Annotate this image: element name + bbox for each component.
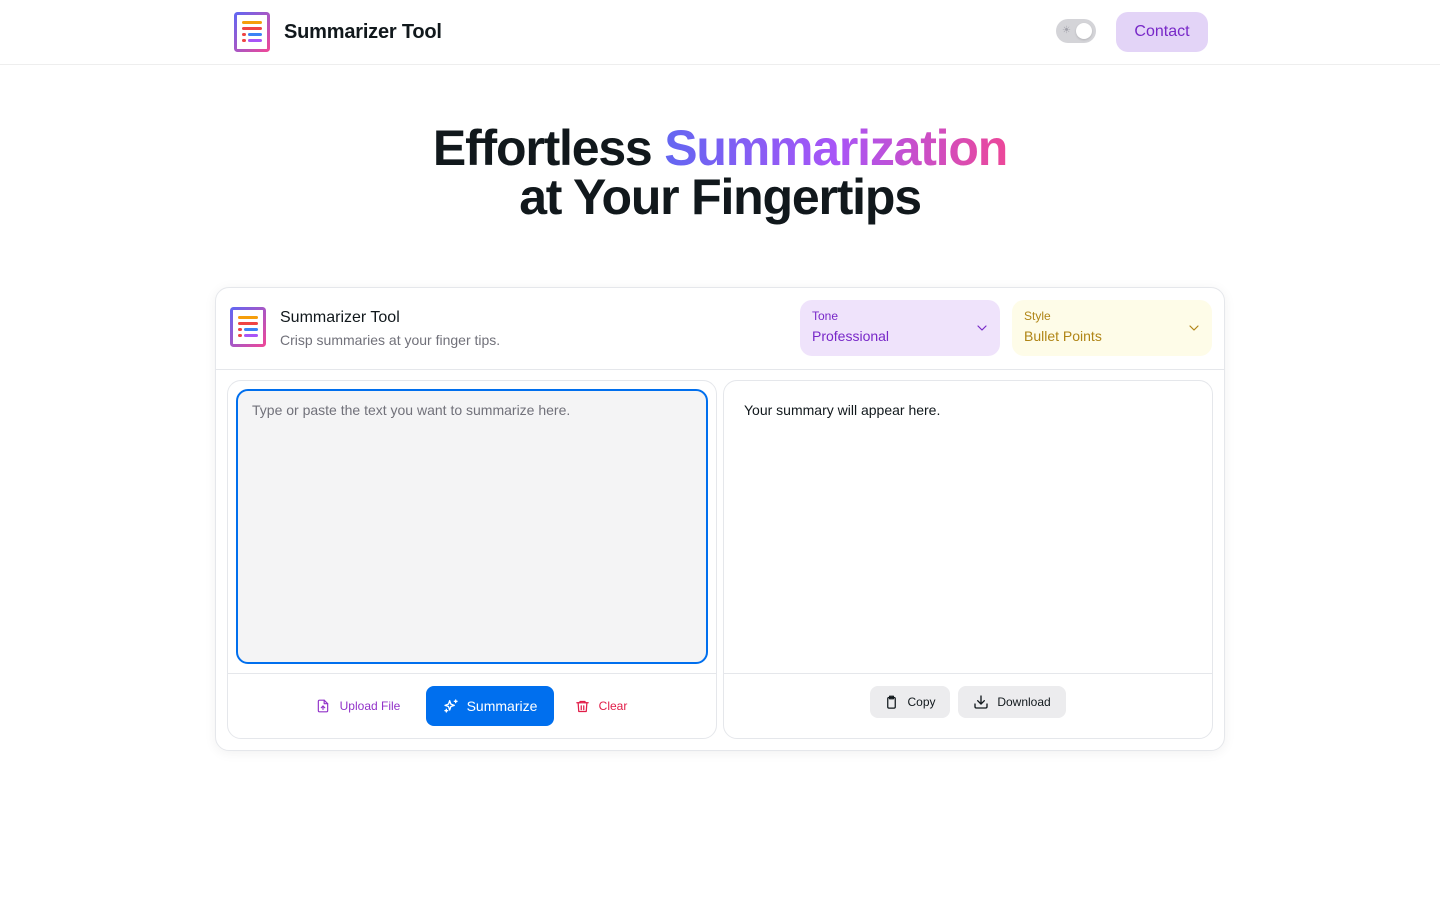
style-select[interactable]: Style Bullet Points: [1012, 300, 1212, 356]
tone-label: Tone: [812, 309, 839, 323]
summarize-button[interactable]: Summarize: [426, 686, 554, 726]
toggle-knob: [1076, 23, 1092, 39]
chevron-down-icon: [1189, 325, 1199, 331]
copy-label: Copy: [907, 695, 936, 709]
input-wrapper: [236, 389, 708, 664]
hero-title-plain: Effortless: [432, 120, 653, 176]
output-panel: Your summary will appear here. Copy Down…: [723, 380, 1213, 739]
trash-icon: [575, 700, 589, 712]
input-actions: Upload File Summarize Clear: [228, 673, 716, 738]
clear-button[interactable]: Clear: [566, 686, 636, 726]
hero-title-highlight: Summarization: [664, 120, 1008, 176]
upload-file-button[interactable]: Upload File: [306, 686, 410, 726]
summarizer-card: Summarizer Tool Crisp summaries at your …: [215, 287, 1225, 751]
copy-button[interactable]: Copy: [870, 686, 950, 718]
tone-select[interactable]: Tone Professional: [800, 300, 1000, 356]
summarizer-logo-icon: [230, 307, 266, 347]
input-panel: Upload File Summarize Clear: [227, 380, 717, 739]
theme-toggle[interactable]: ☀: [1056, 19, 1096, 43]
hero-title-line2: at Your Fingertips: [519, 169, 922, 225]
summarizer-logo-icon: [234, 12, 270, 52]
hero-title: Effortless Summarization at Your Fingert…: [0, 123, 1440, 225]
download-button[interactable]: Download: [958, 686, 1066, 718]
chevron-down-icon: [977, 325, 987, 331]
card-subtitle: Crisp summaries at your finger tips.: [280, 332, 501, 348]
summarize-label: Summarize: [466, 698, 538, 714]
contact-button[interactable]: Contact: [1116, 12, 1208, 52]
top-navbar: Summarizer Tool ☀ Contact: [0, 0, 1440, 65]
tone-value: Professional: [812, 328, 890, 344]
style-label: Style: [1024, 309, 1051, 323]
hero: Effortless Summarization at Your Fingert…: [0, 123, 1440, 225]
clipboard-icon: [887, 695, 897, 709]
brand[interactable]: Summarizer Tool: [234, 12, 442, 52]
clear-label: Clear: [598, 699, 628, 713]
style-value: Bullet Points: [1024, 328, 1102, 344]
download-label: Download: [997, 695, 1051, 709]
download-icon: [974, 695, 988, 709]
text-input[interactable]: [238, 391, 706, 662]
card-header: Summarizer Tool Crisp summaries at your …: [216, 288, 1224, 370]
output-actions: Copy Download: [724, 673, 1212, 738]
summary-output: Your summary will appear here.: [744, 402, 941, 418]
card-title: Summarizer Tool: [280, 309, 400, 326]
brand-name: Summarizer Tool: [284, 20, 442, 43]
sun-icon: ☀: [1062, 25, 1071, 36]
sparkles-icon: [443, 699, 458, 713]
upload-file-label: Upload File: [339, 699, 401, 713]
file-upload-icon: [317, 699, 328, 713]
